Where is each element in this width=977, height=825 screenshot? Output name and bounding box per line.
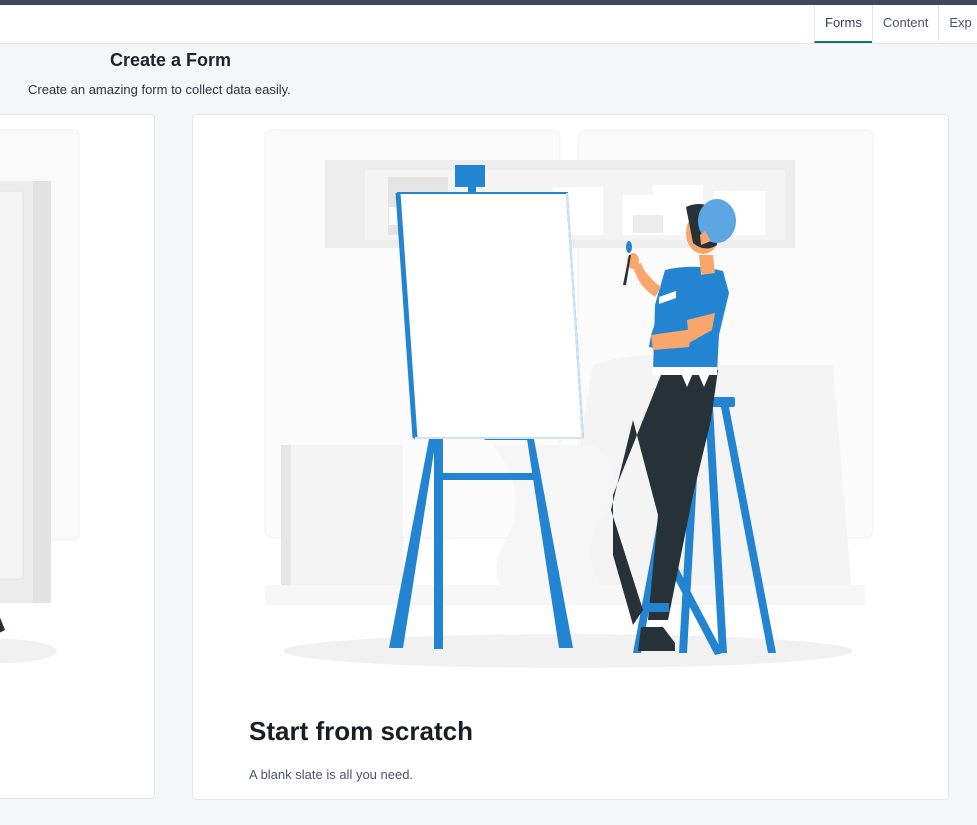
nav-tabs: Forms Content Exp — [814, 5, 972, 43]
template-card-partial[interactable] — [0, 114, 155, 799]
tab-content[interactable]: Content — [871, 5, 939, 41]
tab-forms[interactable]: Forms — [814, 5, 872, 43]
start-from-scratch-card[interactable]: Start from scratch A blank slate is all … — [192, 114, 949, 800]
page-subtitle: Create an amazing form to collect data e… — [28, 82, 291, 97]
top-nav: Forms Content Exp — [0, 5, 977, 44]
card-description: A blank slate is all you need. — [249, 767, 414, 782]
card-title: Start from scratch — [249, 716, 473, 746]
template-illustration — [0, 129, 80, 663]
page-title: Create a Form — [110, 50, 232, 70]
painter-illustration — [264, 129, 874, 668]
tab-exp[interactable]: Exp — [938, 5, 972, 41]
